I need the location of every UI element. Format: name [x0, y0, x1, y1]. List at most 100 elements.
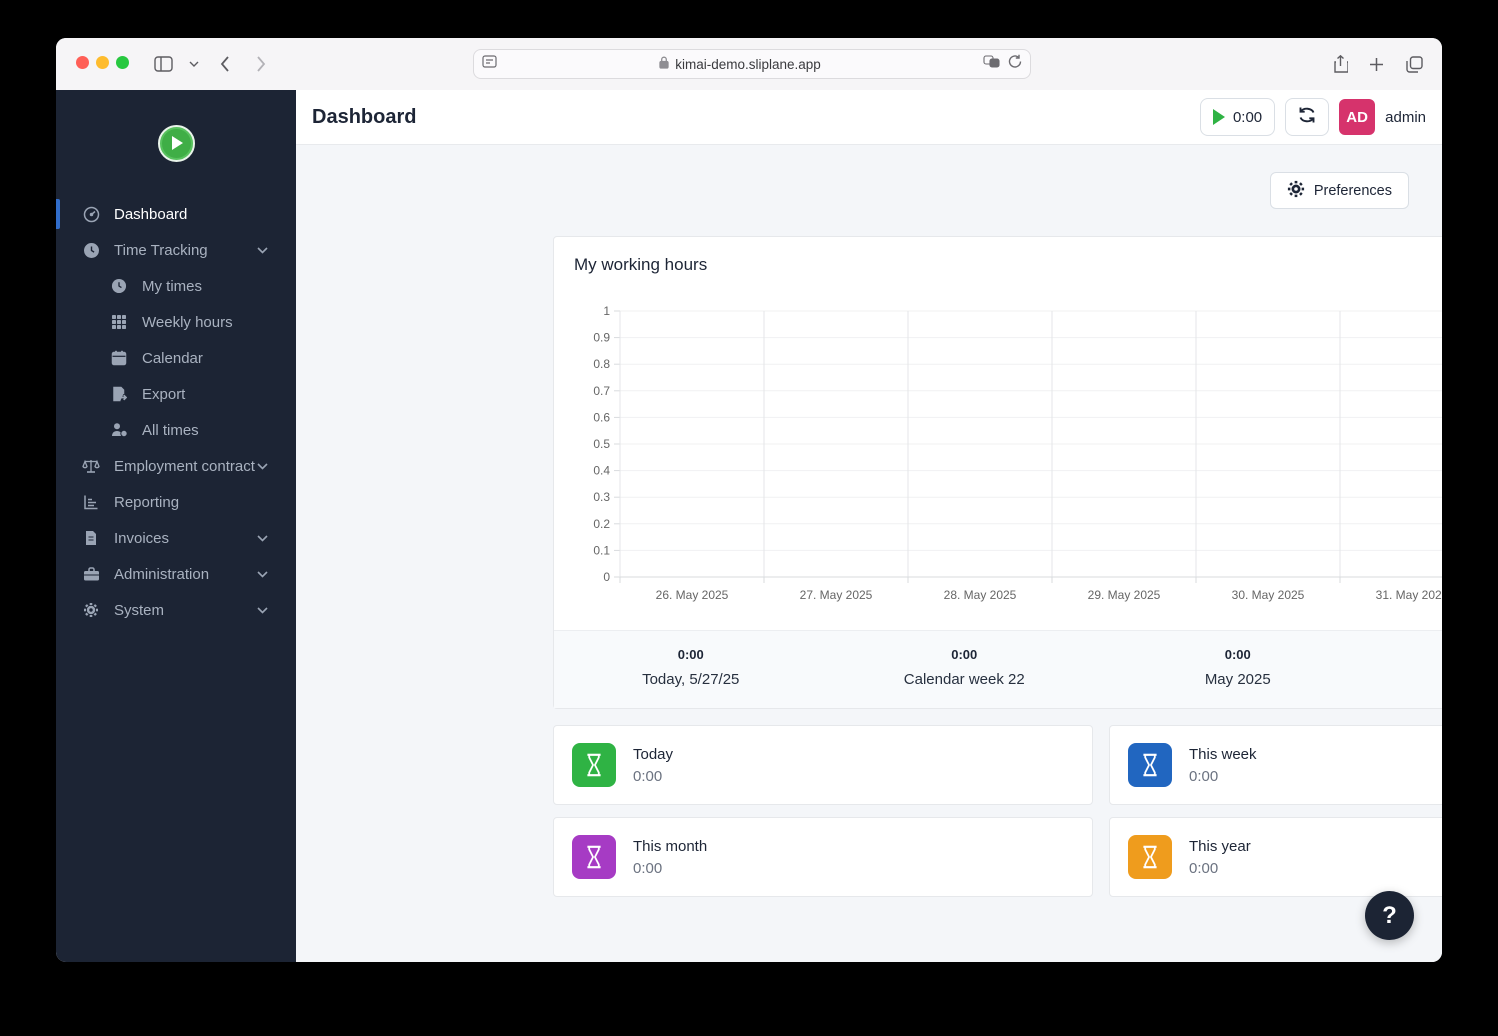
svg-text:0: 0	[603, 570, 610, 584]
stat-card-this-year: This year 0:00	[1109, 817, 1442, 897]
page-title: Dashboard	[312, 106, 416, 129]
svg-text:0.6: 0.6	[593, 410, 610, 424]
svg-text:28. May 2025: 28. May 2025	[944, 588, 1017, 602]
sidebar-item-label: Administration	[114, 566, 209, 583]
report-chart-icon	[82, 493, 100, 511]
sidebar-item-reporting[interactable]: Reporting	[56, 484, 296, 520]
invoice-icon	[82, 529, 100, 547]
hourglass-icon	[1128, 743, 1172, 787]
stat-card-this-week: This week 0:00	[1109, 725, 1442, 805]
sidebar-item-label: My times	[142, 278, 202, 295]
svg-text:29. May 2025: 29. May 2025	[1088, 588, 1161, 602]
sidebar-item-label: Export	[142, 386, 185, 403]
address-bar[interactable]: kimai-demo.sliplane.app	[473, 49, 1031, 79]
sidebar-item-employment-contract[interactable]: Employment contract	[56, 448, 296, 484]
svg-text:0.5: 0.5	[593, 437, 610, 451]
scales-icon	[82, 457, 100, 475]
svg-text:30. May 2025: 30. May 2025	[1232, 588, 1305, 602]
help-button[interactable]: ?	[1365, 891, 1414, 940]
svg-text:27. May 2025: 27. May 2025	[800, 588, 873, 602]
svg-text:0.4: 0.4	[593, 464, 610, 478]
sidebar-toggle-icon[interactable]	[149, 50, 177, 78]
svg-text:0.8: 0.8	[593, 357, 610, 371]
kimai-logo[interactable]	[158, 125, 195, 162]
briefcase-icon	[82, 565, 100, 583]
username: admin	[1385, 109, 1426, 126]
forward-icon[interactable]	[247, 50, 275, 78]
summary-today: 0:00 Today, 5/27/25	[554, 647, 828, 688]
clock-icon	[82, 241, 100, 259]
sidebar-item-invoices[interactable]: Invoices	[56, 520, 296, 556]
sidebar-item-administration[interactable]: Administration	[56, 556, 296, 592]
refresh-icon	[1297, 106, 1317, 129]
chevron-down-icon	[257, 607, 268, 614]
sidebar-item-time-tracking[interactable]: Time Tracking	[56, 232, 296, 268]
chart-summary-row: 0:00 Today, 5/27/25 0:00 Calendar week 2…	[554, 630, 1442, 708]
svg-text:0.2: 0.2	[593, 517, 610, 531]
reader-icon[interactable]	[482, 55, 497, 73]
sidebar-item-label: Invoices	[114, 530, 169, 547]
page-header: Dashboard 0:00 AD	[296, 90, 1442, 145]
summary-year: 0:00 Full year 2025	[1375, 647, 1443, 688]
summary-week: 0:00 Calendar week 22	[828, 647, 1102, 688]
close-window-button[interactable]	[76, 56, 89, 69]
preferences-label: Preferences	[1314, 183, 1392, 199]
stat-card-this-month: This month 0:00	[553, 817, 1093, 897]
hourglass-icon	[572, 835, 616, 879]
svg-text:0.9: 0.9	[593, 331, 610, 345]
chevron-down-icon	[257, 247, 268, 254]
hourglass-icon	[1128, 835, 1172, 879]
dashboard-content: Preferences My working hours	[296, 145, 1442, 962]
lock-icon	[659, 56, 669, 72]
chevron-down-icon	[257, 535, 268, 542]
file-export-icon	[110, 385, 128, 403]
new-tab-icon[interactable]	[1362, 50, 1390, 78]
gear-icon	[82, 601, 100, 619]
avatar[interactable]: AD	[1339, 99, 1375, 135]
calendar-icon	[110, 349, 128, 367]
preferences-button[interactable]: Preferences	[1270, 172, 1409, 209]
translate-icon[interactable]	[983, 55, 1000, 73]
hourglass-icon	[572, 743, 616, 787]
chart-title: My working hours	[574, 255, 707, 275]
svg-text:0.7: 0.7	[593, 384, 610, 398]
sidebar-item-dashboard[interactable]: Dashboard	[56, 196, 296, 232]
sidebar: Dashboard Time Tracking My times	[56, 90, 296, 962]
sidebar-item-export[interactable]: Export	[56, 376, 296, 412]
sidebar-item-calendar[interactable]: Calendar	[56, 340, 296, 376]
refresh-button[interactable]	[1285, 98, 1329, 136]
timer-value: 0:00	[1233, 109, 1262, 126]
share-icon[interactable]	[1326, 50, 1354, 78]
working-hours-chart: 10.90.80.70.60.50.40.30.20.1026. May 202…	[572, 301, 1442, 619]
sidebar-item-label: Employment contract	[114, 458, 255, 475]
minimize-window-button[interactable]	[96, 56, 109, 69]
sidebar-item-weekly-hours[interactable]: Weekly hours	[56, 304, 296, 340]
sidebar-item-my-times[interactable]: My times	[56, 268, 296, 304]
sidebar-item-label: Time Tracking	[114, 242, 208, 259]
stat-card-today: Today 0:00	[553, 725, 1093, 805]
sidebar-item-label: System	[114, 602, 164, 619]
chevron-down-icon	[257, 571, 268, 578]
working-hours-card: My working hours 10.90.80.70.60.50.40.30…	[553, 236, 1442, 709]
sidebar-item-system[interactable]: System	[56, 592, 296, 628]
gauge-icon	[82, 205, 100, 223]
svg-text:26. May 2025: 26. May 2025	[656, 588, 729, 602]
sidebar-item-label: All times	[142, 422, 199, 439]
timer-button[interactable]: 0:00	[1200, 98, 1275, 136]
sidebar-item-label: Dashboard	[114, 206, 187, 223]
question-mark: ?	[1382, 902, 1397, 930]
reload-icon[interactable]	[1008, 54, 1022, 74]
url-text: kimai-demo.sliplane.app	[675, 57, 821, 72]
browser-chrome: kimai-demo.sliplane.app	[56, 38, 1442, 90]
zoom-window-button[interactable]	[116, 56, 129, 69]
user-clock-icon	[110, 421, 128, 439]
sidebar-item-label: Reporting	[114, 494, 179, 511]
sidebar-item-label: Weekly hours	[142, 314, 233, 331]
sidebar-item-all-times[interactable]: All times	[56, 412, 296, 448]
tabs-overview-icon[interactable]	[1400, 50, 1428, 78]
browser-window: kimai-demo.sliplane.app	[56, 38, 1442, 962]
svg-text:1: 1	[603, 304, 610, 318]
svg-text:31. May 2025: 31. May 2025	[1376, 588, 1442, 602]
back-icon[interactable]	[211, 50, 239, 78]
chevron-down-icon[interactable]	[180, 50, 208, 78]
